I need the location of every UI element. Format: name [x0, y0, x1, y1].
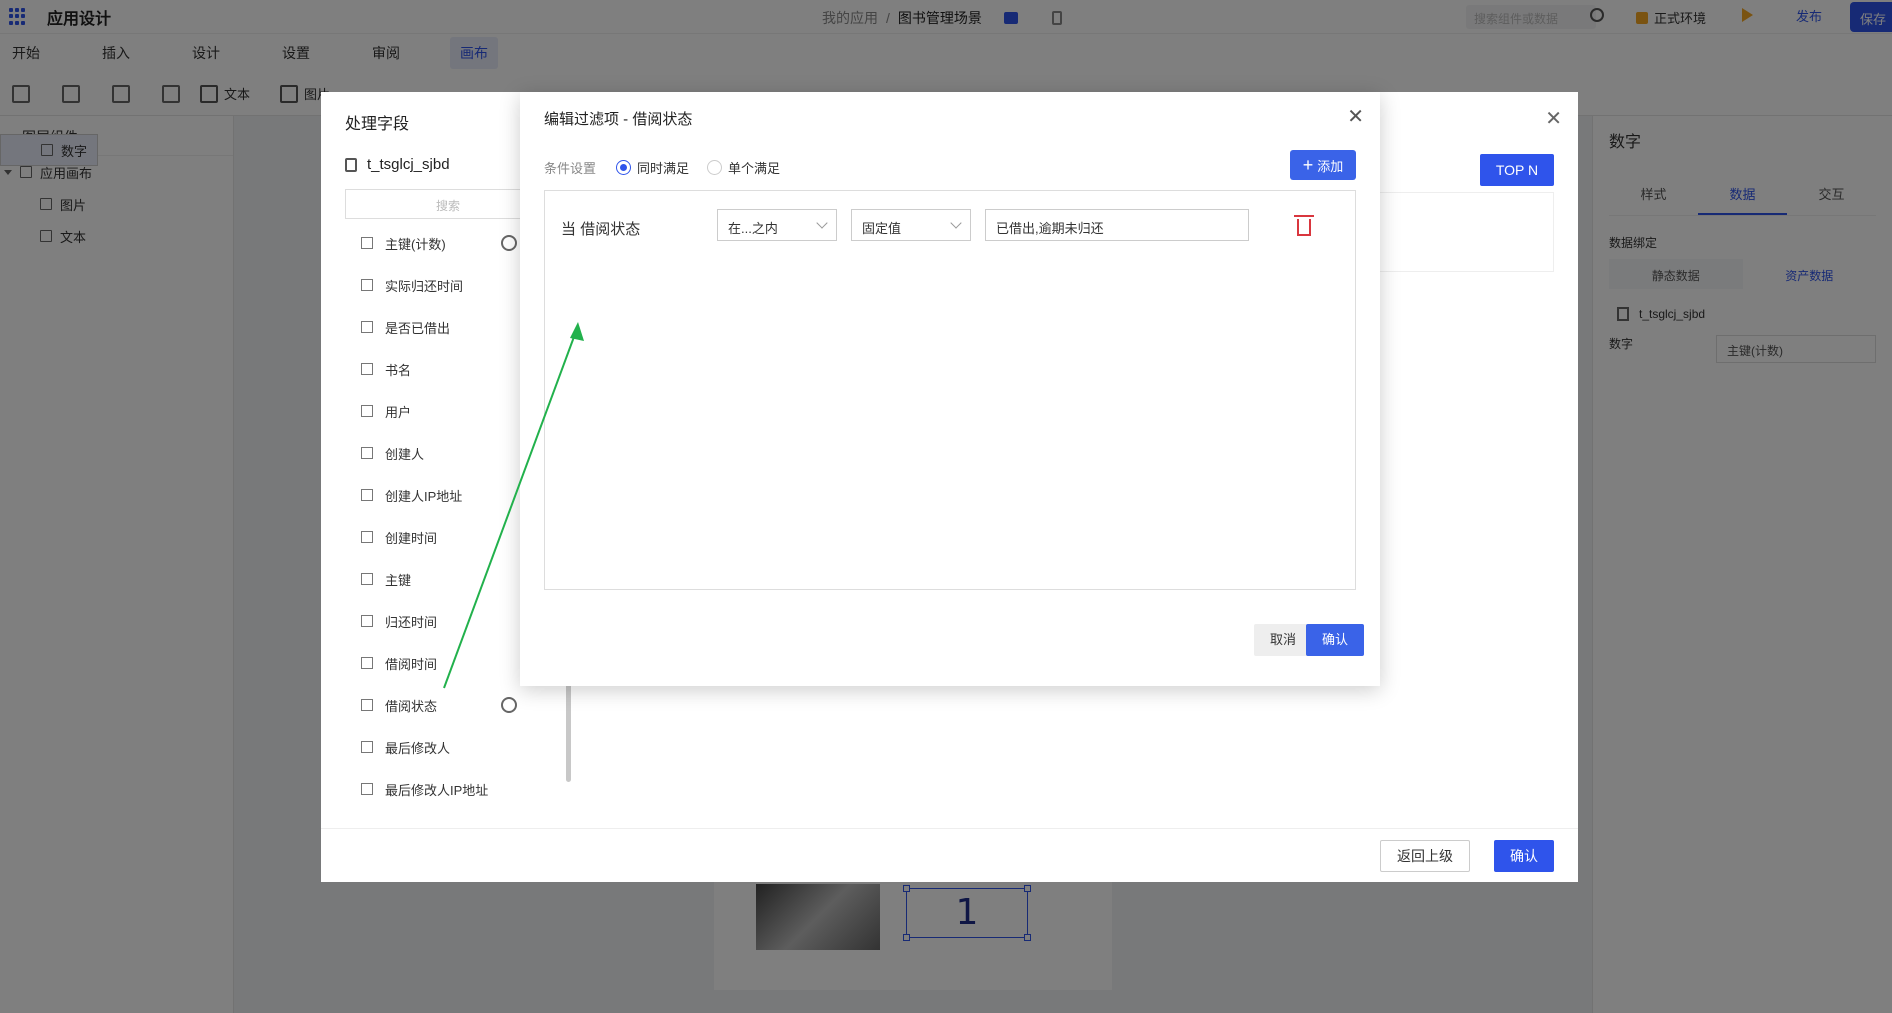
- annotation-arrow: [443, 322, 584, 689]
